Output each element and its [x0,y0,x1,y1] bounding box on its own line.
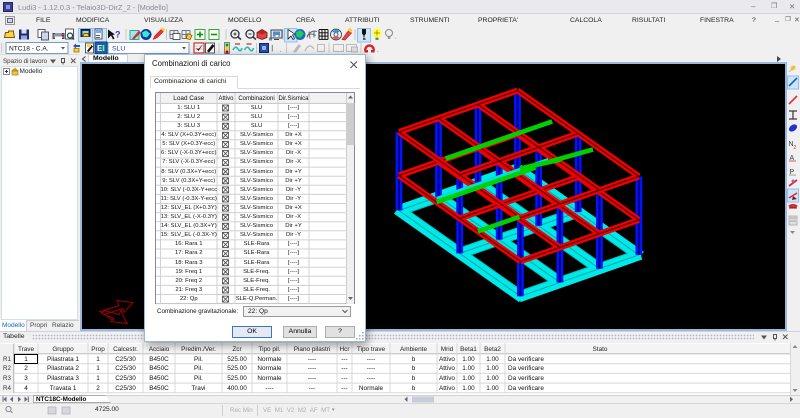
svg-text:E: E [97,44,103,53]
svg-text:.: . [395,35,397,41]
svg-text:?: ? [115,30,121,40]
svg-text:I: I [271,44,274,54]
svg-text:SLU: SLU [112,46,125,53]
svg-text:NTC18 - C.A.: NTC18 - C.A. [9,46,49,53]
svg-text:2: 2 [794,145,797,151]
